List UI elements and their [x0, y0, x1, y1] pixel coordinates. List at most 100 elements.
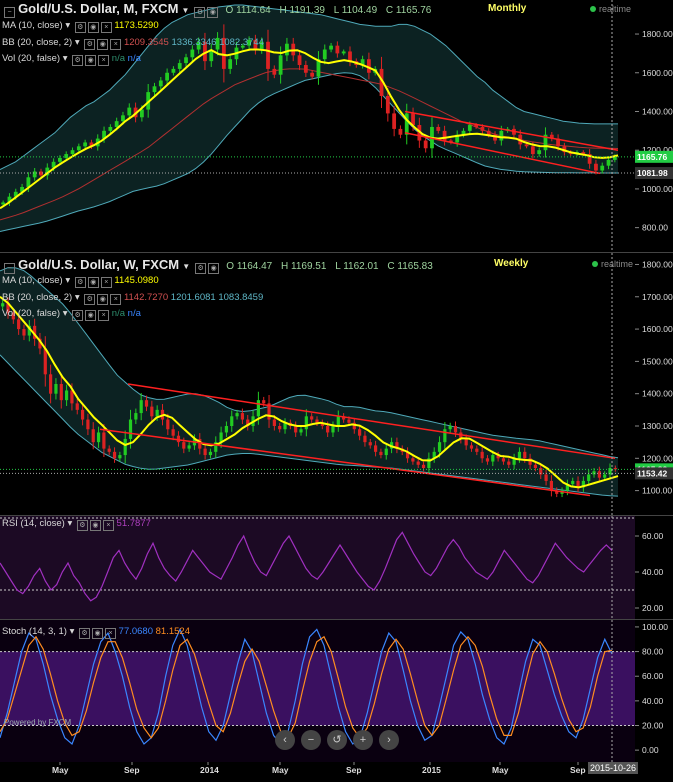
- candle-body: [297, 55, 302, 66]
- candle-body: [341, 51, 346, 54]
- zoom-out-icon[interactable]: −: [301, 730, 321, 750]
- close-icon[interactable]: ×: [98, 55, 110, 66]
- candle-body: [272, 68, 277, 75]
- settings-icon[interactable]: ⚙: [72, 310, 84, 321]
- stoch-band: [0, 651, 635, 726]
- candle-body: [437, 442, 442, 452]
- eye-icon[interactable]: ◉: [97, 294, 109, 305]
- close-icon[interactable]: ×: [110, 294, 122, 305]
- settings-icon[interactable]: ⚙: [84, 39, 96, 50]
- candle-body: [278, 426, 282, 430]
- price-tag-label: 1081.98: [637, 168, 668, 178]
- reset-icon[interactable]: ↺: [327, 730, 347, 750]
- candle-body: [448, 426, 452, 430]
- eye-icon[interactable]: ◉: [92, 628, 104, 639]
- settings-icon[interactable]: ⚙: [79, 628, 91, 639]
- close-icon[interactable]: ×: [98, 310, 110, 321]
- candle-body: [544, 474, 548, 481]
- rsi-legend: RSI (14, close) ▾ ⚙ ◉ × 51.7877: [2, 518, 151, 531]
- eye-icon[interactable]: ◉: [208, 263, 220, 274]
- axis-tick-label: 1600.00: [642, 324, 673, 334]
- candle-body: [70, 150, 75, 155]
- settings-icon[interactable]: ⚙: [84, 294, 96, 305]
- close-icon[interactable]: ×: [100, 277, 112, 288]
- candle-body: [530, 146, 535, 155]
- monthly-header: − Gold/U.S. Dollar, M, FXCM ▼ ⚙ ◉ O 1114.…: [2, 1, 437, 18]
- candle-body: [152, 86, 157, 93]
- candle-body: [49, 374, 53, 394]
- candle-body: [32, 171, 37, 178]
- stoch-axis[interactable]: 0.00 20.00 40.00 60.00 80.00 100.00: [635, 620, 673, 762]
- settings-icon[interactable]: ⚙: [195, 263, 207, 274]
- settings-icon[interactable]: ⚙: [74, 277, 86, 288]
- eye-icon[interactable]: ◉: [85, 55, 97, 66]
- close-icon[interactable]: ×: [110, 39, 122, 50]
- monthly-timeframe-label: Monthly: [488, 3, 527, 14]
- eye-icon[interactable]: ◉: [89, 520, 101, 531]
- candle-body: [155, 409, 159, 417]
- candle-body: [171, 68, 176, 73]
- candle-body: [368, 442, 372, 446]
- time-axis[interactable]: May Sep 2014 May Sep 2015 May Sep: [0, 762, 673, 777]
- rsi-axis[interactable]: 20.00 40.00 60.00: [635, 516, 673, 619]
- realtime-indicator: realtime: [590, 4, 631, 14]
- rsi-panel[interactable]: RSI (14, close) ▾ ⚙ ◉ × 51.7877: [0, 516, 635, 619]
- settings-icon[interactable]: ⚙: [74, 22, 86, 33]
- candle-body: [76, 146, 81, 151]
- candle-body: [411, 113, 415, 126]
- zoom-in-icon[interactable]: +: [353, 730, 373, 750]
- close-icon[interactable]: ×: [100, 22, 112, 33]
- rsi-chart[interactable]: [0, 516, 635, 619]
- candle-body: [464, 438, 468, 446]
- candle-body: [416, 461, 420, 465]
- eye-icon[interactable]: ◉: [87, 22, 99, 33]
- time-tick-label: Sep: [570, 765, 586, 775]
- candle-body: [304, 416, 308, 430]
- collapse-icon[interactable]: −: [4, 263, 15, 274]
- chevron-down-icon[interactable]: ▼: [182, 262, 190, 271]
- candle-body: [190, 49, 195, 58]
- monthly-ma-legend: MA (10, close) ▾ ⚙ ◉ × 1173.5290: [2, 20, 159, 33]
- candle-body: [310, 416, 314, 420]
- settings-icon[interactable]: ⚙: [76, 520, 88, 531]
- weekly-chart-panel[interactable]: − Gold/U.S. Dollar, W, FXCM ▼ ⚙ ◉ O 1164.…: [0, 253, 635, 515]
- candle-body: [235, 413, 239, 417]
- candle-body: [421, 464, 426, 468]
- candle-body: [587, 474, 591, 481]
- monthly-price-axis[interactable]: 800.00 1000.00 1200.00 1400.00 1600.00 1800.0…: [635, 0, 673, 252]
- candle-body: [86, 419, 90, 430]
- candle-body: [517, 451, 522, 459]
- chevron-down-icon[interactable]: ▼: [181, 6, 189, 15]
- axis-tick-label: 800.00: [642, 223, 668, 233]
- candle-body: [123, 438, 127, 456]
- eye-icon[interactable]: ◉: [207, 7, 219, 18]
- collapse-icon[interactable]: −: [4, 7, 15, 18]
- axis-tick-label: 100.00: [642, 622, 668, 632]
- candle-body: [285, 43, 289, 56]
- weekly-title[interactable]: Gold/U.S. Dollar, W, FXCM: [18, 257, 179, 272]
- scroll-right-icon[interactable]: ›: [379, 730, 399, 750]
- eye-icon[interactable]: ◉: [85, 310, 97, 321]
- settings-icon[interactable]: ⚙: [72, 55, 84, 66]
- eye-icon[interactable]: ◉: [97, 39, 109, 50]
- candle-body: [537, 150, 542, 155]
- candle-body: [139, 400, 143, 414]
- scroll-left-icon[interactable]: ‹: [275, 730, 295, 750]
- candle-body: [480, 126, 485, 131]
- close-icon[interactable]: ×: [102, 520, 114, 531]
- eye-icon[interactable]: ◉: [87, 277, 99, 288]
- candle-body: [272, 419, 276, 426]
- monthly-vol-legend: Vol (20, false) ▾ ⚙ ◉ × n/a n/a: [2, 53, 141, 66]
- candle-body: [608, 468, 612, 475]
- monthly-chart-panel[interactable]: − Gold/U.S. Dollar, M, FXCM ▼ ⚙ ◉ O 1114.…: [0, 0, 635, 252]
- close-icon[interactable]: ×: [105, 628, 117, 639]
- candle-body: [453, 426, 458, 433]
- weekly-price-axis[interactable]: 1100.00 1200.00 1300.00 1400.00 1500.00 1600.…: [635, 253, 673, 515]
- axis-tick-label: 1300.00: [642, 421, 673, 431]
- candle-body: [335, 45, 340, 54]
- candle-body: [592, 471, 596, 475]
- candle-body: [358, 429, 362, 436]
- candle-body: [384, 448, 388, 456]
- settings-icon[interactable]: ⚙: [194, 7, 206, 18]
- monthly-title[interactable]: Gold/U.S. Dollar, M, FXCM: [18, 1, 178, 16]
